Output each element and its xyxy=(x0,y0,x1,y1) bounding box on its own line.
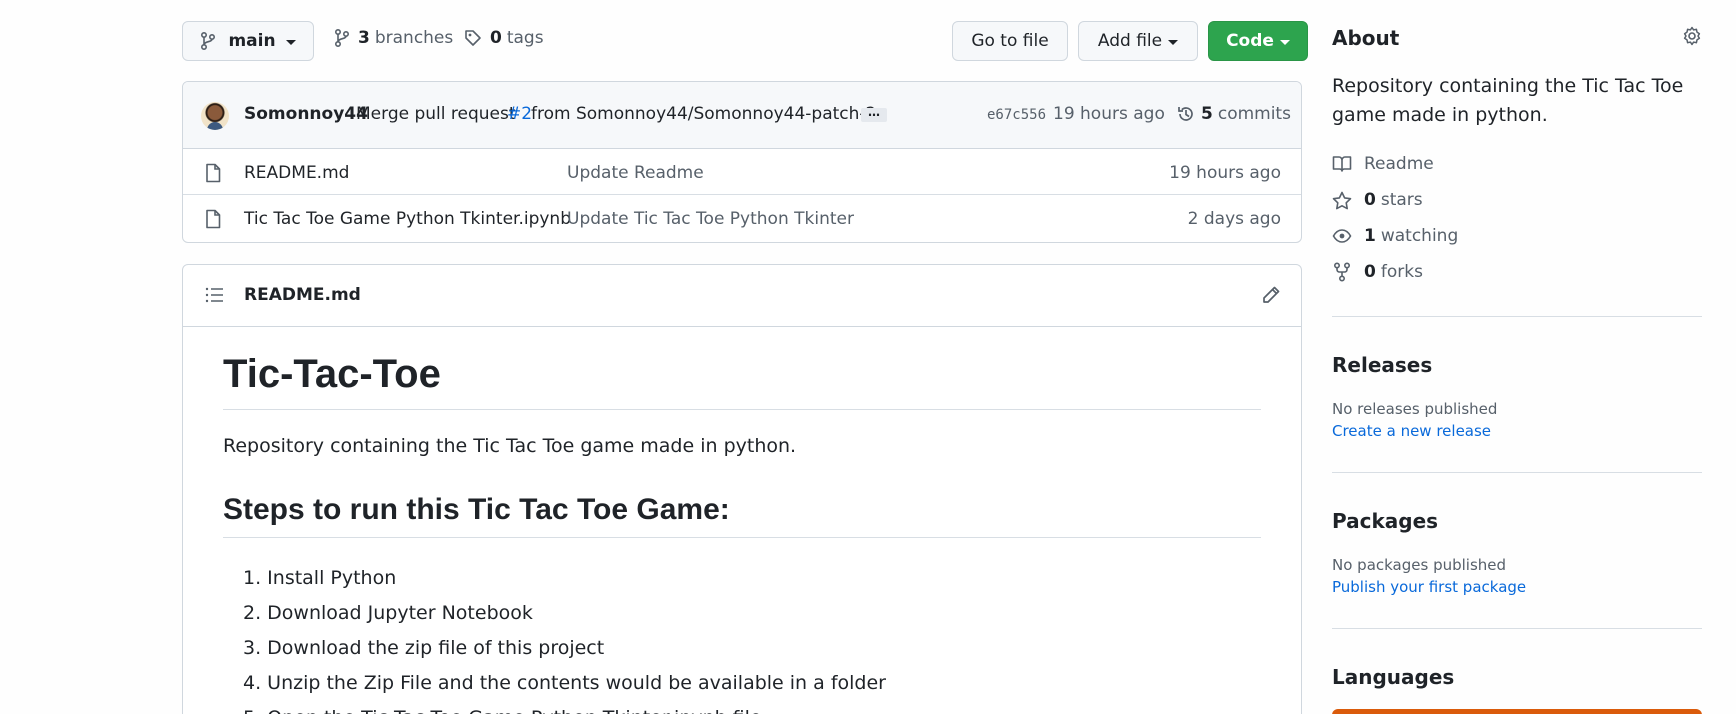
watching-count: 1 xyxy=(1364,226,1376,246)
tags-count: 0 xyxy=(490,28,502,48)
history-icon xyxy=(1176,104,1196,124)
publish-package-link[interactable]: Publish your first package xyxy=(1332,578,1526,596)
branches-label: branches xyxy=(374,28,454,48)
branch-select-button[interactable]: main xyxy=(182,21,314,61)
commits-link[interactable]: 5 commits xyxy=(1176,104,1291,124)
watchers-link[interactable]: 1 watching xyxy=(1332,226,1458,246)
tag-icon xyxy=(464,29,482,47)
commit-sha[interactable]: e67c556 xyxy=(987,107,1046,123)
add-file-label: Add file xyxy=(1097,31,1163,51)
fork-icon xyxy=(1332,262,1364,282)
avatar[interactable] xyxy=(201,102,229,130)
list-icon[interactable] xyxy=(205,287,223,303)
file-time: 19 hours ago xyxy=(1169,163,1281,183)
branches-count: 3 xyxy=(358,28,370,48)
tags-label: tags xyxy=(506,28,544,48)
file-icon xyxy=(205,209,221,229)
watching-label: watching xyxy=(1380,226,1459,246)
chevron-down-icon xyxy=(285,39,296,45)
add-file-button[interactable]: Add file xyxy=(1078,21,1198,61)
code-label: Code xyxy=(1226,31,1274,51)
steps-list: 1. Install Python 2. Download Jupyter No… xyxy=(243,561,886,714)
repo-description: Repository containing the Tic Tac Toe ga… xyxy=(1332,75,1684,126)
sidebar-divider xyxy=(1332,472,1702,473)
tags-link[interactable]: 0 tags xyxy=(464,28,544,48)
readme-header: README.md xyxy=(183,265,1301,327)
list-item: 3. Download the zip file of this project xyxy=(243,637,605,659)
latest-commit-bar: Somonnoy44 Merge pull request #2 from So… xyxy=(183,82,1301,149)
releases-empty-text: No releases published xyxy=(1332,400,1498,418)
chevron-down-icon xyxy=(1279,39,1290,45)
about-title: About xyxy=(1332,26,1400,50)
commit-author[interactable]: Somonnoy44 xyxy=(244,104,368,124)
forks-link[interactable]: 0 forks xyxy=(1332,262,1423,282)
readme-link[interactable]: Readme xyxy=(1332,154,1434,174)
steps-divider xyxy=(223,537,1261,538)
file-row[interactable]: Tic Tac Toe Game Python Tkinter.ipynb Up… xyxy=(183,195,1301,241)
releases-title[interactable]: Releases xyxy=(1332,353,1432,377)
create-release-link[interactable]: Create a new release xyxy=(1332,422,1491,440)
chevron-down-icon xyxy=(1168,39,1179,45)
title-divider xyxy=(223,409,1261,410)
readme-filename[interactable]: README.md xyxy=(244,285,361,305)
sidebar-divider xyxy=(1332,628,1702,629)
forks-label: forks xyxy=(1380,262,1423,282)
commit-message-post[interactable]: from Somonnoy44/Somonnoy44-patch-2 xyxy=(531,104,876,124)
eye-icon xyxy=(1332,228,1364,244)
go-to-file-button[interactable]: Go to file xyxy=(952,21,1068,61)
commit-expand-button[interactable]: … xyxy=(861,106,887,122)
pencil-icon[interactable] xyxy=(1261,285,1281,305)
file-commit-message[interactable]: Update Readme xyxy=(567,163,704,183)
packages-title[interactable]: Packages xyxy=(1332,509,1438,533)
readme-description: Repository containing the Tic Tac Toe ga… xyxy=(223,435,797,457)
stars-link[interactable]: 0 stars xyxy=(1332,190,1423,210)
steps-heading: Steps to run this Tic Tac Toe Game: xyxy=(223,493,730,526)
commits-count: 5 xyxy=(1201,104,1213,124)
stars-count: 0 xyxy=(1364,190,1376,210)
branch-icon xyxy=(334,29,350,47)
file-name[interactable]: Tic Tac Toe Game Python Tkinter.ipynb xyxy=(244,209,571,229)
file-row[interactable]: README.md Update Readme 19 hours ago xyxy=(183,149,1301,195)
list-item: 2. Download Jupyter Notebook xyxy=(243,602,533,624)
stars-label: stars xyxy=(1380,190,1423,210)
pull-request-link[interactable]: #2 xyxy=(507,104,532,124)
code-button[interactable]: Code xyxy=(1208,21,1308,61)
readme-label: Readme xyxy=(1364,154,1434,174)
readme-panel: README.md Tic-Tac-Toe Repository contain… xyxy=(182,264,1302,714)
language-bar[interactable] xyxy=(1332,709,1702,714)
readme-title: Tic-Tac-Toe xyxy=(223,352,441,396)
packages-empty-text: No packages published xyxy=(1332,556,1507,574)
file-name[interactable]: README.md xyxy=(244,163,349,183)
languages-title: Languages xyxy=(1332,665,1455,689)
commit-message-pre[interactable]: Merge pull request xyxy=(356,104,516,124)
list-item: 1. Install Python xyxy=(243,567,397,589)
star-icon xyxy=(1332,191,1364,210)
sidebar-divider xyxy=(1332,316,1702,317)
forks-count: 0 xyxy=(1364,262,1376,282)
branches-link[interactable]: 3 branches xyxy=(334,28,453,48)
commit-time: 19 hours ago xyxy=(1053,104,1165,124)
file-browser: Somonnoy44 Merge pull request #2 from So… xyxy=(182,81,1302,243)
commits-label: commits xyxy=(1217,104,1291,124)
book-icon xyxy=(1332,155,1364,173)
file-commit-message[interactable]: Update Tic Tac Toe Python Tkinter xyxy=(567,209,854,229)
list-item: 5. Open the Tic Tac Toe Game Python Tkin… xyxy=(243,701,886,714)
branch-icon xyxy=(200,32,216,50)
go-to-file-label: Go to file xyxy=(971,31,1049,51)
branch-name: main xyxy=(228,31,276,51)
file-time: 2 days ago xyxy=(1187,209,1281,229)
list-item: 4. Unzip the Zip File and the contents w… xyxy=(243,672,886,694)
gear-icon[interactable] xyxy=(1682,26,1702,46)
file-icon xyxy=(205,163,221,183)
